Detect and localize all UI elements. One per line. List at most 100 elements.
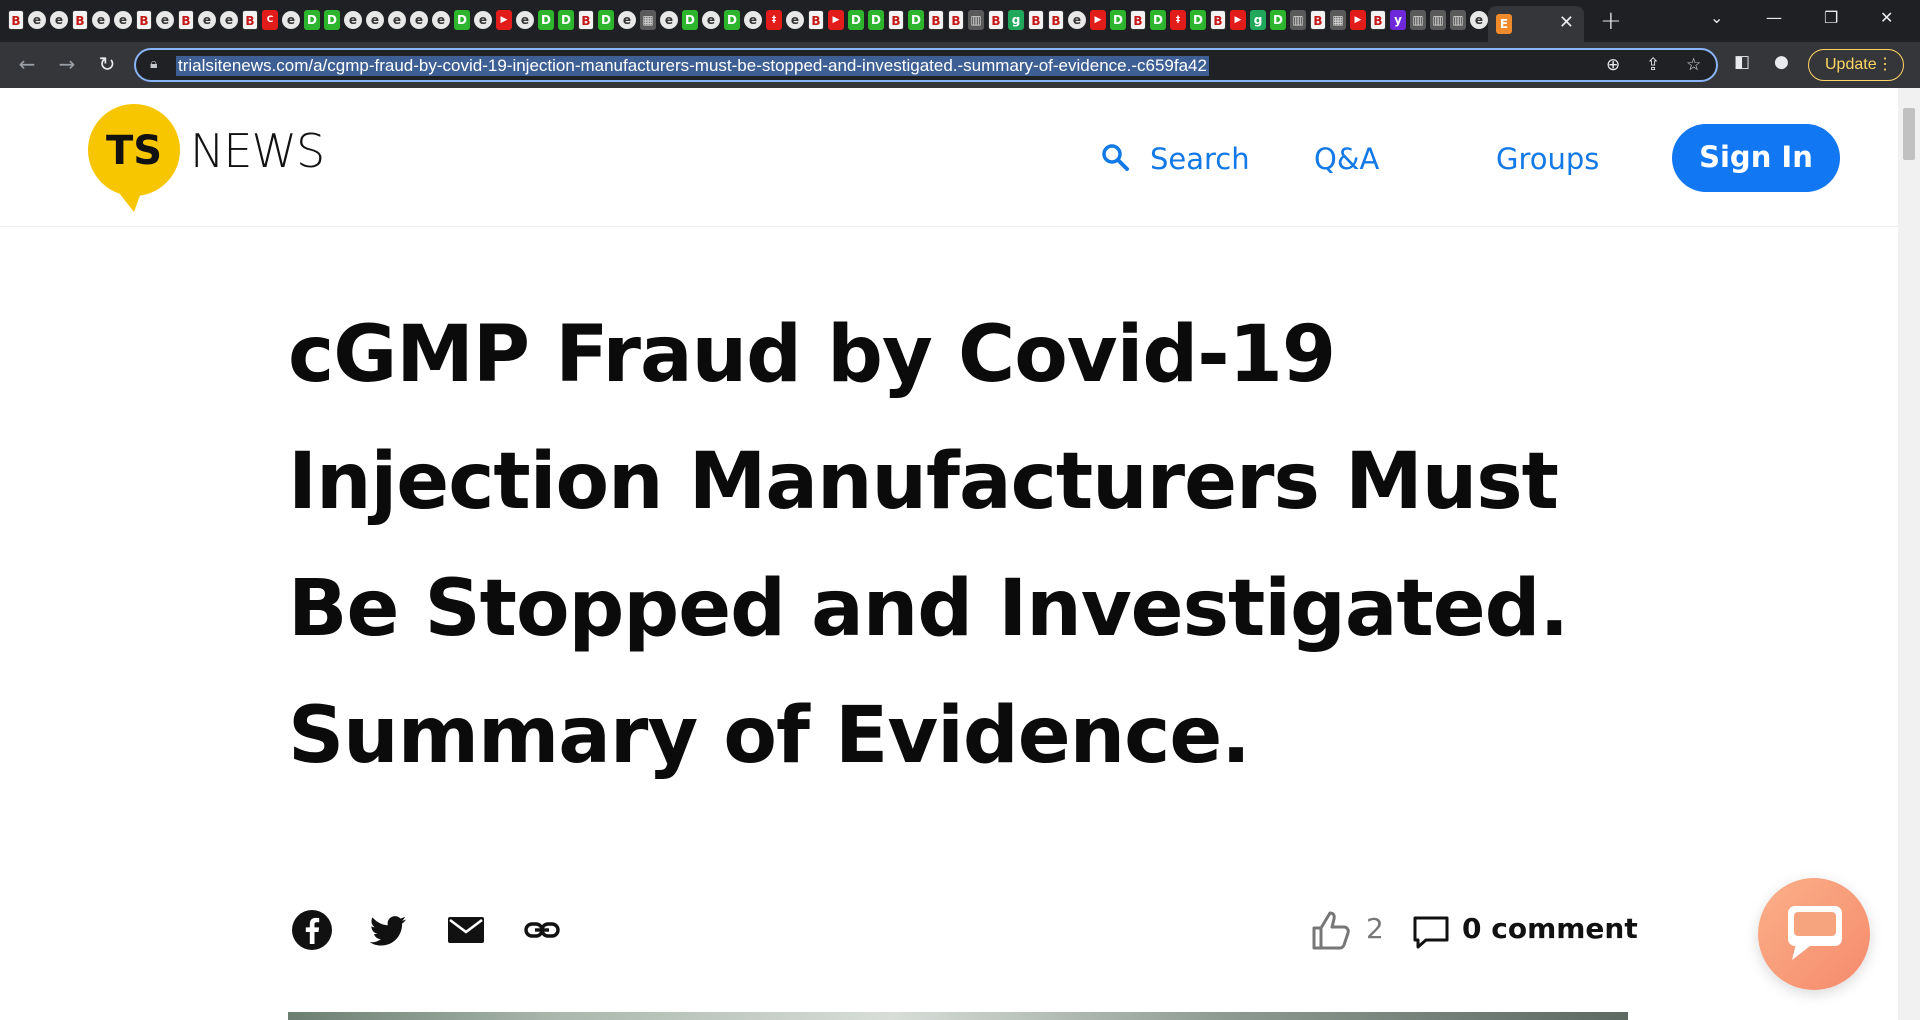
tab-favicon[interactable]: D bbox=[724, 10, 740, 30]
tab-favicon[interactable]: D bbox=[454, 10, 470, 30]
menu-dots-icon[interactable]: ⋮ bbox=[1877, 50, 1893, 80]
like-thumbs-up-icon[interactable] bbox=[1310, 908, 1354, 952]
url-text[interactable]: trialsitenews.com/a/cgmp-fraud-by-covid-… bbox=[176, 56, 1209, 76]
restore-icon[interactable]: ❐ bbox=[1824, 8, 1838, 27]
tab-favicon[interactable]: D bbox=[324, 10, 340, 30]
tab-favicon[interactable]: B bbox=[1130, 10, 1146, 30]
nav-qa-link[interactable]: Q&A bbox=[1314, 142, 1379, 176]
tab-favicon[interactable]: D bbox=[908, 10, 924, 30]
address-bar[interactable]: 🔒︎ trialsitenews.com/a/cgmp-fraud-by-cov… bbox=[134, 48, 1718, 82]
tab-favicon[interactable]: B bbox=[1370, 10, 1386, 30]
close-tab-icon[interactable]: ✕ bbox=[1559, 12, 1574, 33]
tab-favicon[interactable]: e bbox=[1068, 11, 1086, 29]
tab-favicon[interactable]: ▥ bbox=[1450, 10, 1466, 30]
facebook-icon[interactable] bbox=[290, 908, 334, 952]
back-arrow-icon[interactable]: ← bbox=[14, 52, 40, 76]
tab-favicon[interactable]: B bbox=[888, 10, 904, 30]
tab-favicon[interactable]: ‡ bbox=[766, 10, 782, 30]
tab-favicon[interactable]: D bbox=[1270, 10, 1286, 30]
share-page-icon[interactable]: ⇪ bbox=[1646, 55, 1660, 75]
tab-favicon[interactable]: g bbox=[1008, 10, 1024, 30]
window-close-icon[interactable]: ✕ bbox=[1880, 8, 1893, 27]
tab-favicon[interactable]: B bbox=[1210, 10, 1226, 30]
tab-favicon[interactable]: B bbox=[1028, 10, 1044, 30]
tab-favicon[interactable]: e bbox=[92, 11, 110, 29]
tab-favicon[interactable]: B bbox=[578, 10, 594, 30]
tab-favicon[interactable]: ▦ bbox=[640, 10, 656, 30]
active-tab[interactable]: E ✕ bbox=[1488, 6, 1584, 42]
profile-icon[interactable]: ● bbox=[1774, 52, 1789, 72]
tab-favicon[interactable]: ▶ bbox=[1090, 10, 1106, 30]
new-tab-button[interactable]: + bbox=[1600, 6, 1622, 36]
tab-favicon[interactable]: D bbox=[1190, 10, 1206, 30]
tab-favicon[interactable]: B bbox=[948, 10, 964, 30]
tab-favicon[interactable]: e bbox=[344, 11, 362, 29]
tab-favicon[interactable]: D bbox=[1150, 10, 1166, 30]
comment-count-label[interactable]: 0 comment bbox=[1462, 912, 1638, 945]
tab-favicon[interactable]: B bbox=[808, 10, 824, 30]
sign-in-button[interactable]: Sign In bbox=[1672, 124, 1840, 192]
tab-favicon[interactable]: ▶ bbox=[1350, 10, 1366, 30]
tab-favicon[interactable]: D bbox=[848, 10, 864, 30]
zoom-icon[interactable]: ⊕ bbox=[1606, 55, 1620, 75]
tab-favicon[interactable]: e bbox=[660, 11, 678, 29]
tab-favicon[interactable]: D bbox=[1110, 10, 1126, 30]
tab-favicon[interactable]: B bbox=[928, 10, 944, 30]
email-icon[interactable] bbox=[444, 908, 488, 952]
tab-favicon[interactable]: e bbox=[618, 11, 636, 29]
tab-favicon[interactable]: e bbox=[50, 11, 68, 29]
tab-favicon[interactable]: e bbox=[516, 11, 534, 29]
bookmark-star-icon[interactable]: ☆ bbox=[1686, 55, 1701, 75]
tab-favicon[interactable]: e bbox=[388, 11, 406, 29]
tab-favicon[interactable]: B bbox=[1048, 10, 1064, 30]
tab-favicon[interactable]: e bbox=[220, 11, 238, 29]
tab-favicon[interactable]: e bbox=[1470, 11, 1488, 29]
tab-favicon[interactable]: ▥ bbox=[1410, 10, 1426, 30]
page-scrollbar[interactable] bbox=[1898, 88, 1920, 1020]
reload-icon[interactable]: ↻ bbox=[94, 52, 120, 76]
copy-link-icon[interactable] bbox=[520, 908, 564, 952]
tab-search-chevron-icon[interactable]: ⌄ bbox=[1710, 8, 1723, 27]
tab-favicon[interactable]: e bbox=[156, 11, 174, 29]
tab-favicon[interactable]: e bbox=[474, 11, 492, 29]
tab-favicon[interactable]: e bbox=[366, 11, 384, 29]
tab-favicon[interactable]: ‡ bbox=[1170, 10, 1186, 30]
forward-arrow-icon[interactable]: → bbox=[54, 52, 80, 76]
nav-groups-link[interactable]: Groups bbox=[1496, 142, 1599, 176]
tab-favicon[interactable]: ▦ bbox=[1330, 10, 1346, 30]
tab-favicon[interactable]: ▥ bbox=[1290, 10, 1306, 30]
chat-widget-button[interactable] bbox=[1758, 878, 1870, 990]
tab-favicon[interactable]: B bbox=[242, 10, 258, 30]
tab-favicon[interactable]: ▶ bbox=[496, 10, 512, 30]
tab-favicon[interactable]: e bbox=[114, 11, 132, 29]
tab-favicon[interactable]: B bbox=[988, 10, 1004, 30]
tab-favicon[interactable]: D bbox=[598, 10, 614, 30]
tab-favicon[interactable]: e bbox=[28, 11, 46, 29]
tab-favicon[interactable]: C bbox=[262, 10, 278, 30]
tab-favicon[interactable]: D bbox=[682, 10, 698, 30]
update-button[interactable]: Update ⋮ bbox=[1808, 49, 1904, 81]
nav-search-link[interactable]: Search bbox=[1150, 142, 1250, 176]
tab-favicon[interactable]: ▶ bbox=[828, 10, 844, 30]
lock-icon[interactable]: 🔒︎ bbox=[150, 56, 157, 72]
tab-favicon[interactable]: e bbox=[432, 11, 450, 29]
tab-favicon[interactable]: e bbox=[410, 11, 428, 29]
tab-favicon[interactable]: e bbox=[786, 11, 804, 29]
tab-favicon[interactable]: B bbox=[72, 10, 88, 30]
tab-favicon[interactable]: ▥ bbox=[1430, 10, 1446, 30]
comment-icon[interactable] bbox=[1412, 914, 1450, 952]
tab-favicon[interactable]: D bbox=[558, 10, 574, 30]
tab-favicon[interactable]: D bbox=[304, 10, 320, 30]
minimize-icon[interactable]: — bbox=[1766, 8, 1782, 27]
tab-favicon[interactable]: D bbox=[538, 10, 554, 30]
tab-favicon[interactable]: e bbox=[198, 11, 216, 29]
tab-favicon[interactable]: ▥ bbox=[968, 10, 984, 30]
tab-favicon[interactable]: B bbox=[136, 10, 152, 30]
search-icon[interactable] bbox=[1100, 142, 1130, 172]
tab-favicon[interactable]: B bbox=[1310, 10, 1326, 30]
tab-favicon[interactable]: B bbox=[8, 10, 24, 30]
side-panel-icon[interactable]: ◧ bbox=[1734, 52, 1750, 72]
tab-favicon[interactable]: D bbox=[868, 10, 884, 30]
tab-favicon[interactable]: B bbox=[178, 10, 194, 30]
tab-favicon[interactable]: y bbox=[1390, 10, 1406, 30]
